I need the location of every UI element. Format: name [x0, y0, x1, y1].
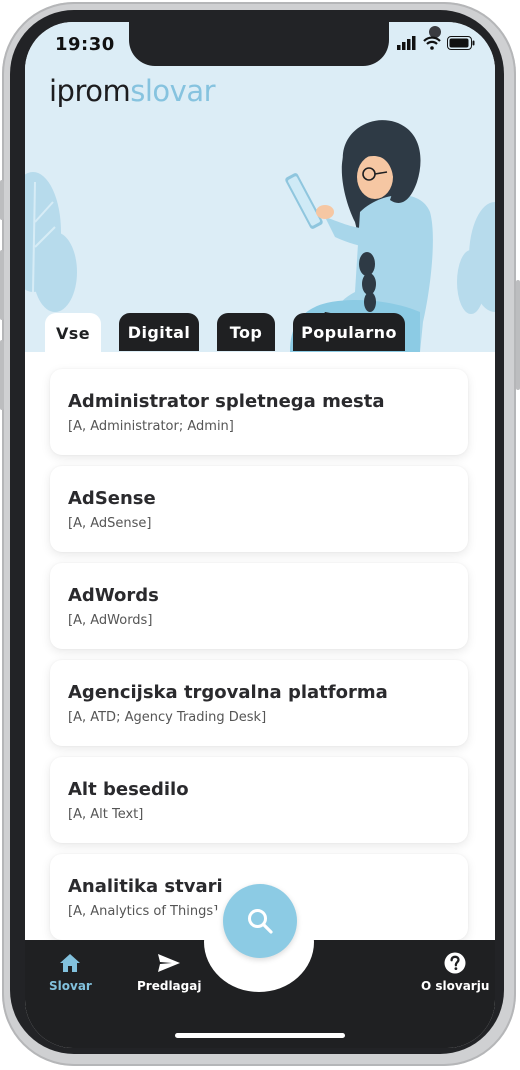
nav-slovar-label: Slovar [49, 979, 92, 993]
battery-icon [447, 36, 475, 50]
term-subtitle: [A, AdWords] [68, 613, 153, 628]
list-item[interactable]: AdWords [A, AdWords] [50, 563, 468, 649]
tab-digital[interactable]: Digital [119, 313, 199, 351]
term-subtitle: [A, ATD; Agency Trading Desk] [68, 710, 267, 725]
side-button-power [516, 280, 520, 390]
list-item[interactable]: Administrator spletnega mesta [A, Admini… [50, 369, 468, 455]
term-title: Agencijska trgovalna platforma [68, 682, 388, 703]
side-button-silent [0, 180, 4, 220]
tab-top[interactable]: Top [217, 313, 275, 351]
home-indicator[interactable] [175, 1033, 345, 1038]
nav-o-slovarju-label: O slovarju [421, 979, 490, 993]
status-icons [397, 36, 475, 50]
nav-slovar[interactable]: Slovar [49, 952, 92, 993]
home-icon [60, 954, 81, 972]
device-notch [129, 22, 441, 66]
tab-popularno[interactable]: Popularno [293, 313, 405, 351]
logo-part-iprom: iprom [49, 74, 131, 108]
term-title: Analitika stvari [68, 876, 223, 897]
terms-list: Administrator spletnega mesta [A, Admini… [25, 352, 495, 952]
app-screen: 19:30 ipromslovar Vse Digital Top Popula… [25, 22, 495, 1048]
app-logo: ipromslovar [49, 74, 216, 108]
logo-part-slovar: slovar [130, 74, 216, 108]
nav-predlagaj[interactable]: Predlagaj [137, 952, 201, 993]
nav-o-slovarju[interactable]: O slovarju [421, 952, 489, 993]
status-time: 19:30 [55, 34, 115, 55]
list-item[interactable]: Agencijska trgovalna platforma [A, ATD; … [50, 660, 468, 746]
list-item[interactable]: Alt besedilo [A, Alt Text] [50, 757, 468, 843]
hero-illustration [25, 120, 495, 352]
term-title: Alt besedilo [68, 779, 189, 800]
help-icon [444, 952, 466, 974]
side-button-volume-up [0, 250, 4, 320]
term-title: Administrator spletnega mesta [68, 391, 385, 412]
search-icon [248, 909, 273, 934]
hero-banner: 19:30 ipromslovar [25, 22, 495, 352]
term-subtitle: [A, AdSense] [68, 516, 152, 531]
wifi-icon [423, 36, 441, 50]
list-item[interactable]: AdSense [A, AdSense] [50, 466, 468, 552]
send-icon [158, 954, 181, 972]
term-subtitle: [A, Alt Text] [68, 807, 144, 822]
side-button-volume-down [0, 340, 4, 410]
term-title: AdWords [68, 585, 159, 606]
term-subtitle: [A, Analytics of Things] [68, 904, 219, 919]
search-button[interactable] [223, 884, 297, 958]
term-title: AdSense [68, 488, 156, 509]
signal-icon [397, 36, 416, 50]
nav-predlagaj-label: Predlagaj [137, 979, 202, 993]
term-subtitle: [A, Administrator; Admin] [68, 419, 234, 434]
tab-vse[interactable]: Vse [45, 313, 101, 353]
